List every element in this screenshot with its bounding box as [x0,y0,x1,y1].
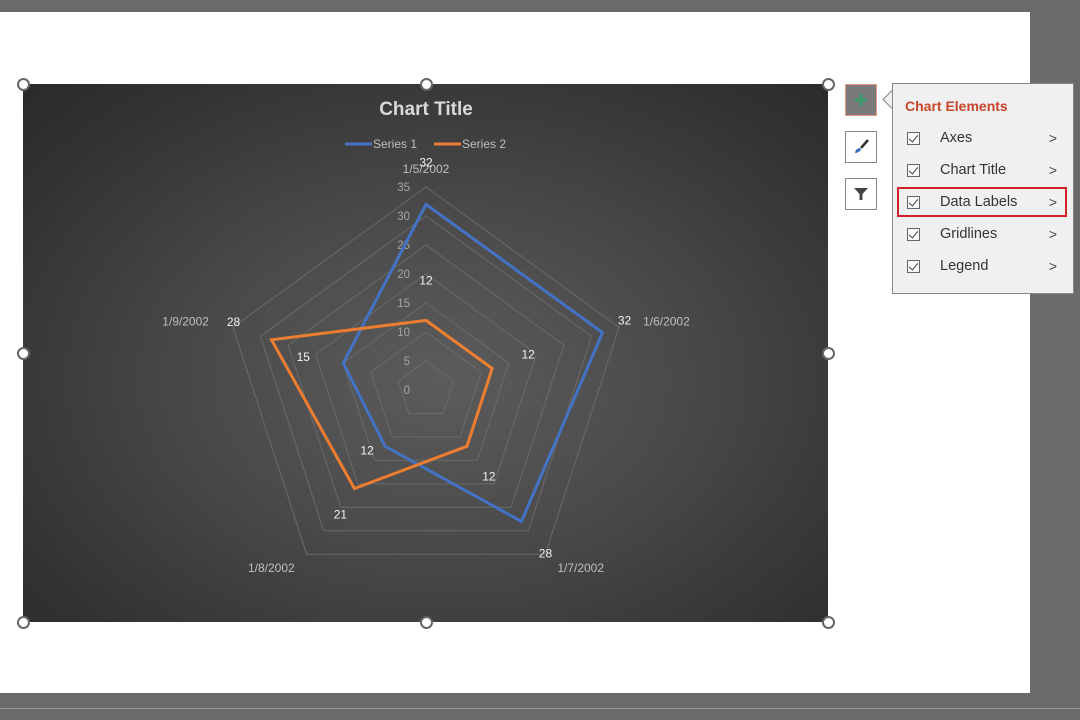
legend[interactable]: Series 1 Series 2 [345,137,506,151]
item-label: Legend [940,258,989,274]
axes-checkbox[interactable] [907,131,920,145]
axis-tick-label: 15 [397,298,410,310]
panel-item-chart-title[interactable]: Chart Title > [897,156,1067,184]
category-label: 1/6/2002 [643,314,690,328]
data-label[interactable]: 12 [360,443,374,457]
data-label[interactable]: 12 [419,273,433,287]
data-labels-checkbox[interactable] [907,195,920,209]
axis-tick-label: 5 [404,356,410,368]
chart-title[interactable]: Chart Title [379,99,473,120]
data-label[interactable]: 15 [297,350,311,364]
axis-tick-label: 30 [397,211,410,223]
chart-elements-panel: Chart Elements Axes > Chart Title > Data… [892,83,1074,294]
axis-tick-label: 35 [397,182,410,194]
chevron-right-icon[interactable]: > [1049,194,1057,210]
axis-tick-labels: 05101520253035 [397,182,410,397]
series-line-1[interactable] [341,202,605,524]
resize-handle-tl[interactable] [17,78,30,91]
plus-icon [855,94,867,106]
data-label[interactable]: 28 [539,546,553,560]
resize-handle-bm[interactable] [420,616,433,629]
category-labels: 1/5/20021/6/20021/7/20021/8/20021/9/2002 [162,162,690,575]
chevron-right-icon[interactable]: > [1049,162,1057,178]
category-label: 1/7/2002 [557,561,604,575]
panel-item-axes[interactable]: Axes > [897,124,1067,152]
item-label: Data Labels [940,194,1018,210]
chevron-right-icon[interactable]: > [1049,130,1057,146]
data-label[interactable]: 12 [482,469,496,483]
gridline-ring [232,186,620,555]
legend-entry[interactable]: Series 1 [373,137,417,151]
gridlines [232,186,620,555]
series-lines [269,202,605,524]
data-labels: 32 32 28 12 15 12 12 12 21 28 [227,155,632,560]
data-label[interactable]: 21 [334,508,348,522]
chart-title-checkbox[interactable] [907,163,920,177]
resize-handle-ml[interactable] [17,347,30,360]
axis-tick-label: 10 [397,327,410,339]
legend-entry[interactable]: Series 2 [462,137,506,151]
data-label[interactable]: 12 [522,347,536,361]
data-label[interactable]: 32 [618,314,632,328]
category-label: 1/8/2002 [248,561,295,575]
resize-handle-br[interactable] [822,616,835,629]
chart-elements-button[interactable] [845,84,877,116]
brush-icon [855,139,869,153]
chevron-right-icon[interactable]: > [1049,226,1057,242]
data-label[interactable]: 28 [227,315,241,329]
panel-item-legend[interactable]: Legend > [897,252,1067,280]
axis-tick-label: 0 [404,385,410,397]
gridlines-checkbox[interactable] [907,227,920,241]
chevron-right-icon[interactable]: > [1049,258,1057,274]
resize-handle-mr[interactable] [822,347,835,360]
chart-filters-button[interactable] [845,178,877,210]
chart-styles-button[interactable] [845,131,877,163]
panel-item-data-labels[interactable]: Data Labels > [897,187,1067,217]
legend-checkbox[interactable] [907,259,920,273]
item-label: Axes [940,130,973,146]
axis-tick-label: 20 [397,269,410,281]
resize-handle-tr[interactable] [822,78,835,91]
filter-icon [854,188,868,200]
item-label: Gridlines [940,226,998,242]
panel-title: Chart Elements [905,98,1008,114]
panel-item-gridlines[interactable]: Gridlines > [897,220,1067,248]
category-label: 1/9/2002 [162,314,209,328]
resize-handle-tm[interactable] [420,78,433,91]
data-label[interactable]: 32 [419,155,433,169]
resize-handle-bl[interactable] [17,616,30,629]
item-label: Chart Title [940,162,1007,178]
